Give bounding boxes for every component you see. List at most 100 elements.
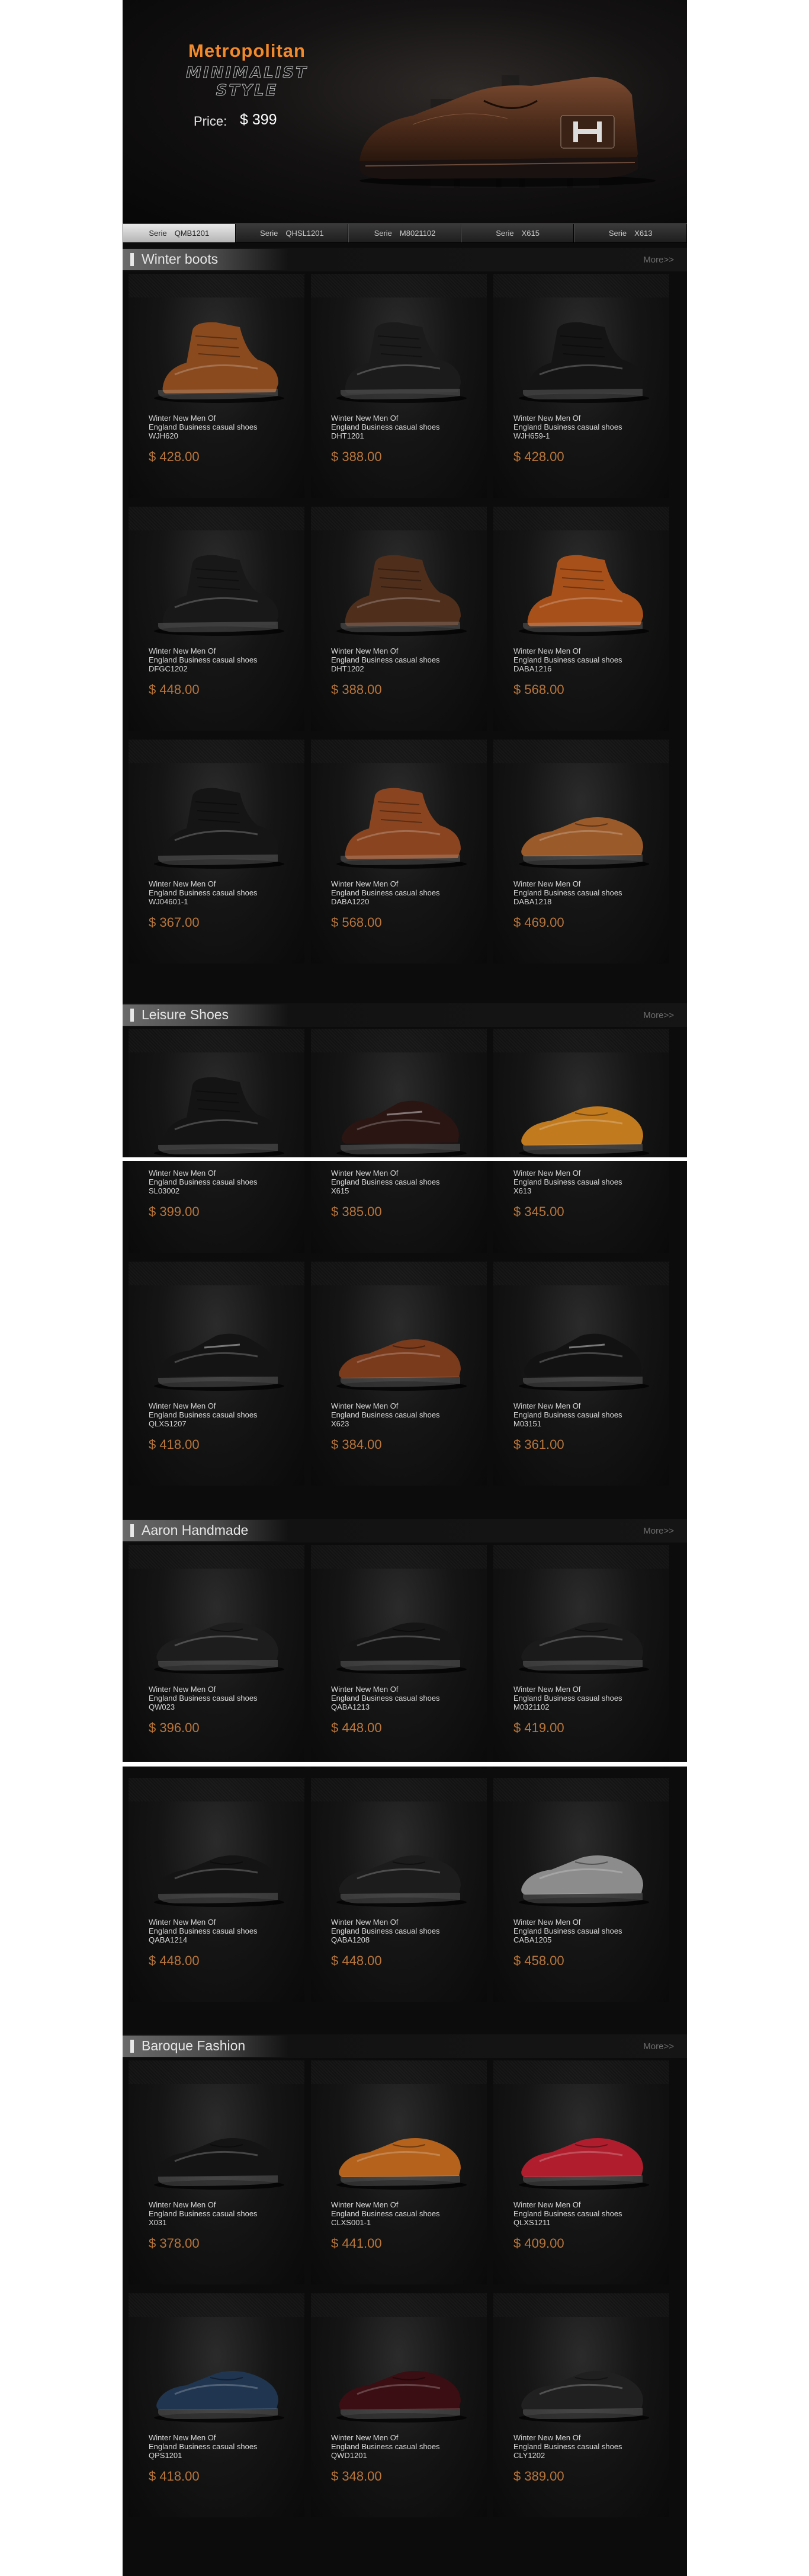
product-card[interactable]: Winter New Men Of England Business casual… — [311, 507, 487, 731]
more-link[interactable]: More>> — [643, 1526, 674, 1536]
product-image — [519, 2371, 649, 2423]
product-image — [336, 1100, 467, 1158]
product-code: DABA1218 — [513, 897, 552, 906]
section-header: Aaron Handmade More>> — [123, 1519, 687, 1543]
product-price: $ 448.00 — [331, 1720, 382, 1735]
more-link[interactable]: More>> — [643, 255, 674, 265]
card-texture — [311, 1029, 487, 1052]
product-card[interactable]: Winter New Men Of England Business casual… — [311, 1029, 487, 1253]
section-header: Winter boots More>> — [123, 248, 687, 271]
product-name-line1: Winter New Men Of — [149, 647, 216, 655]
product-card[interactable]: Winter New Men Of England Business casual… — [311, 1778, 487, 2002]
product-card[interactable]: Winter New Men Of England Business casual… — [129, 2293, 304, 2517]
card-texture — [129, 274, 304, 297]
product-name-line2: England Business casual shoes — [513, 655, 622, 664]
product-card[interactable]: Winter New Men Of England Business casual… — [493, 1029, 669, 1253]
hero-banner[interactable]: Metropolitan MINIMALIST STYLE Price: $ 3… — [123, 0, 687, 223]
product-card[interactable]: Winter New Men Of England Business casual… — [129, 507, 304, 731]
product-name-line1: Winter New Men Of — [331, 414, 399, 423]
product-name-line2: England Business casual shoes — [513, 2209, 622, 2218]
product-name-line1: Winter New Men Of — [331, 1169, 399, 1177]
product-name-line2: England Business casual shoes — [513, 1694, 622, 1703]
product-card[interactable]: Winter New Men Of England Business casual… — [311, 274, 487, 498]
product-code: QABA1208 — [331, 1935, 370, 1944]
more-link[interactable]: More>> — [643, 1010, 674, 1020]
product-image — [336, 2371, 467, 2423]
product-card[interactable]: Winter New Men Of England Business casual… — [493, 1778, 669, 2002]
product-name-line2: England Business casual shoes — [513, 1177, 622, 1186]
product-card[interactable]: Winter New Men Of England Business casual… — [311, 740, 487, 964]
product-card[interactable]: Winter New Men Of England Business casual… — [129, 1545, 304, 1769]
product-price: $ 399.00 — [149, 1204, 200, 1219]
product-name-line1: Winter New Men Of — [513, 1169, 581, 1177]
product-card[interactable]: Winter New Men Of England Business casual… — [129, 740, 304, 964]
product-name-line2: England Business casual shoes — [149, 2209, 258, 2218]
product-card[interactable]: Winter New Men Of England Business casual… — [493, 274, 669, 498]
card-texture — [311, 507, 487, 530]
product-name-line1: Winter New Men Of — [513, 647, 581, 655]
series-tab[interactable]: Serie M8021102 — [348, 224, 461, 242]
product-card[interactable]: Winter New Men Of England Business casual… — [129, 1262, 304, 1486]
product-code: DABA1220 — [331, 897, 370, 906]
product-image — [336, 555, 467, 636]
store-page: Metropolitan MINIMALIST STYLE Price: $ 3… — [123, 0, 687, 2576]
product-card[interactable]: Winter New Men Of England Business casual… — [493, 740, 669, 964]
product-price: $ 419.00 — [513, 1720, 564, 1735]
product-price: $ 448.00 — [149, 682, 200, 697]
product-card[interactable]: Winter New Men Of England Business casual… — [493, 2060, 669, 2284]
product-image — [336, 2138, 467, 2190]
product-name-line1: Winter New Men Of — [149, 2200, 216, 2209]
product-card[interactable]: Winter New Men Of England Business casual… — [311, 1262, 487, 1486]
card-texture — [493, 2060, 669, 2084]
card-texture — [493, 507, 669, 530]
product-card[interactable]: Winter New Men Of England Business casual… — [493, 507, 669, 731]
product-name-line2: England Business casual shoes — [149, 1927, 258, 1935]
product-image — [154, 322, 284, 403]
product-card[interactable]: Winter New Men Of England Business casual… — [129, 1029, 304, 1253]
product-card[interactable]: Winter New Men Of England Business casual… — [129, 2060, 304, 2284]
product-image — [519, 322, 649, 403]
product-price: $ 568.00 — [513, 682, 564, 697]
product-image — [336, 1339, 467, 1391]
product-image — [154, 788, 284, 869]
series-tab[interactable]: Serie QHSL1201 — [235, 224, 349, 242]
hero-subtitle: MINIMALIST STYLE — [186, 64, 308, 100]
product-name-line1: Winter New Men Of — [513, 2433, 581, 2442]
product-name-line1: Winter New Men Of — [149, 1918, 216, 1927]
product-code: QABA1213 — [331, 1703, 370, 1711]
card-texture — [311, 2060, 487, 2084]
product-card[interactable]: Winter New Men Of England Business casual… — [129, 274, 304, 498]
product-card[interactable]: Winter New Men Of England Business casual… — [129, 1778, 304, 2002]
product-card[interactable]: Winter New Men Of England Business casual… — [311, 1545, 487, 1769]
hero-title: Metropolitan — [188, 40, 306, 61]
product-name-line2: England Business casual shoes — [331, 655, 440, 664]
series-tab[interactable]: Serie X613 — [574, 224, 687, 242]
product-price: $ 469.00 — [513, 915, 564, 930]
product-image — [154, 2138, 284, 2190]
product-code: DABA1216 — [513, 664, 552, 673]
product-name-line1: Winter New Men Of — [513, 1685, 581, 1694]
product-code: CABA1205 — [513, 1935, 552, 1944]
product-image — [336, 1623, 467, 1674]
card-texture — [129, 2060, 304, 2084]
card-texture — [129, 1778, 304, 1801]
series-tab[interactable]: Serie QMB1201 — [123, 224, 236, 242]
series-tab[interactable]: Serie X615 — [461, 224, 574, 242]
product-price: $ 409.00 — [513, 2236, 564, 2251]
product-name-line1: Winter New Men Of — [149, 2433, 216, 2442]
product-card[interactable]: Winter New Men Of England Business casual… — [311, 2060, 487, 2284]
product-name-line2: England Business casual shoes — [149, 423, 258, 431]
product-card[interactable]: Winter New Men Of England Business casual… — [493, 1545, 669, 1769]
product-price: $ 441.00 — [331, 2236, 382, 2251]
product-price: $ 348.00 — [331, 2469, 382, 2484]
product-name-line1: Winter New Men Of — [149, 1169, 216, 1177]
product-card[interactable]: Winter New Men Of England Business casual… — [493, 2293, 669, 2517]
more-link[interactable]: More>> — [643, 2041, 674, 2052]
product-card[interactable]: Winter New Men Of England Business casual… — [311, 2293, 487, 2517]
product-card[interactable]: Winter New Men Of England Business casual… — [493, 1262, 669, 1486]
product-name-line1: Winter New Men Of — [331, 647, 399, 655]
product-price: $ 385.00 — [331, 1204, 382, 1219]
card-texture — [493, 740, 669, 763]
product-price: $ 458.00 — [513, 1953, 564, 1968]
section-title: Aaron Handmade — [142, 1522, 249, 1538]
